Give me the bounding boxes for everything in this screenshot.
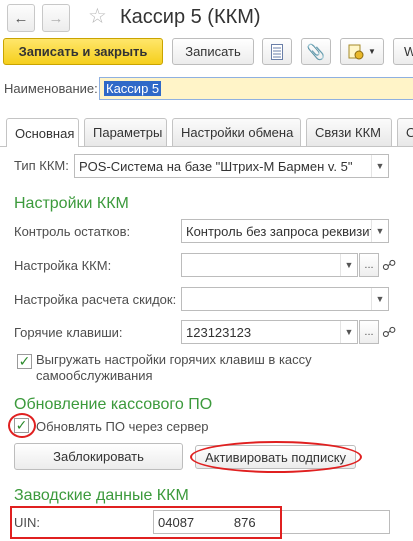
- upload-hotkeys-checkbox[interactable]: ✓: [17, 353, 32, 369]
- paperclip-icon: 📎: [306, 43, 326, 61]
- window-title: Кассир 5 (ККМ): [120, 6, 261, 28]
- stock-control-label: Контроль остатков:: [14, 224, 131, 239]
- factory-data-header: Заводские данные ККМ: [14, 487, 189, 504]
- upload-hotkeys-label: Выгружать настройки горячих клавиш в кас…: [36, 352, 312, 383]
- tab-parameters[interactable]: Параметры: [84, 118, 167, 146]
- save-button[interactable]: Записать: [172, 38, 254, 65]
- software-update-header: Обновление кассового ПО: [14, 396, 213, 413]
- tab-main[interactable]: Основная: [6, 118, 79, 147]
- report-button[interactable]: [262, 38, 292, 65]
- stock-control-value: Контроль без запроса реквизитов: [186, 223, 371, 239]
- highlight-rect-uin: [10, 506, 282, 539]
- highlight-oval-checkbox: [8, 413, 36, 438]
- back-button[interactable]: ←: [7, 4, 35, 32]
- hotkeys-select[interactable]: 123123123 ▼: [181, 320, 358, 344]
- name-field[interactable]: Кассир 5: [99, 77, 413, 100]
- highlight-oval-activate: [190, 441, 362, 473]
- chevron-down-icon[interactable]: ▼: [371, 155, 388, 177]
- hotkeys-value: 123123123: [186, 324, 252, 340]
- print-menu-button[interactable]: ▼: [340, 38, 384, 65]
- tab-exchange-settings[interactable]: Настройки обмена: [172, 118, 301, 146]
- kkm-settings-header: Настройки ККМ: [14, 195, 129, 212]
- kkm-type-select[interactable]: POS-Система на базе "Штрих-М Бармен v. 5…: [74, 154, 389, 178]
- discount-setting-select[interactable]: ▼: [181, 287, 389, 311]
- kkm-setting-open-button[interactable]: ...: [359, 253, 379, 277]
- more-button[interactable]: W: [393, 38, 413, 65]
- chevron-down-icon[interactable]: ▼: [371, 220, 388, 242]
- update-via-server-label: Обновлять ПО через сервер: [36, 419, 209, 434]
- chevron-down-icon[interactable]: ▼: [340, 254, 357, 276]
- kkm-type-label: Тип ККМ:: [14, 158, 69, 173]
- discount-setting-label: Настройка расчета скидок:: [14, 292, 177, 307]
- name-value: Кассир 5: [104, 81, 162, 96]
- chevron-down-icon[interactable]: ▼: [371, 288, 388, 310]
- hotkeys-label: Горячие клавиши:: [14, 325, 123, 340]
- kkm-setting-label: Настройка ККМ:: [14, 258, 112, 273]
- kkm-type-value: POS-Система на базе "Штрих-М Бармен v. 5…: [79, 158, 353, 174]
- document-list-icon: [271, 43, 283, 60]
- arrow-right-icon: →: [48, 9, 64, 27]
- stock-control-select[interactable]: Контроль без запроса реквизитов ▼: [181, 219, 389, 243]
- tab-kkm-links[interactable]: Связи ККМ: [306, 118, 392, 146]
- tab-of[interactable]: ОФ: [397, 118, 413, 146]
- kkm-setting-link-icon[interactable]: ☍: [382, 257, 396, 274]
- document-gear-icon: [348, 44, 364, 59]
- attach-button[interactable]: 📎: [301, 38, 331, 65]
- chevron-down-icon: ▼: [368, 47, 376, 56]
- hotkeys-open-button[interactable]: ...: [359, 320, 379, 344]
- kkm-setting-select[interactable]: ▼: [181, 253, 358, 277]
- favorite-star-icon[interactable]: ☆: [88, 4, 107, 29]
- forward-button[interactable]: →: [42, 4, 70, 32]
- checkmark-icon: ✓: [18, 353, 31, 369]
- lock-button[interactable]: Заблокировать: [14, 443, 183, 470]
- save-and-close-button[interactable]: Записать и закрыть: [3, 38, 163, 65]
- hotkeys-link-icon[interactable]: ☍: [382, 324, 396, 341]
- arrow-left-icon: ←: [13, 9, 29, 27]
- chevron-down-icon[interactable]: ▼: [340, 321, 357, 343]
- name-label: Наименование:: [4, 81, 98, 96]
